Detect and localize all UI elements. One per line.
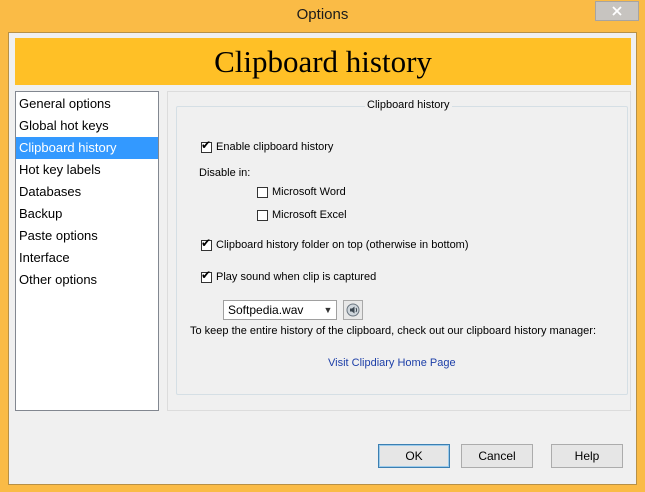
folder-on-top-label: Clipboard history folder on top (otherwi… (216, 239, 469, 251)
nav-item-backup[interactable]: Backup (16, 203, 158, 225)
nav-item-global-hot-keys[interactable]: Global hot keys (16, 115, 158, 137)
page-title: Clipboard history (214, 43, 432, 79)
window-title: Options (296, 6, 349, 23)
enable-history-option[interactable]: ✔ Enable clipboard history (201, 139, 333, 155)
checkmark-icon: ✔ (201, 137, 212, 152)
page-banner: Clipboard history (15, 38, 631, 85)
options-window: Options Clipboard history General option… (0, 0, 645, 492)
group-legend: Clipboard history (365, 99, 452, 111)
play-sound-option[interactable]: ✔ Play sound when clip is captured (201, 269, 376, 285)
info-text: To keep the entire history of the clipbo… (190, 325, 597, 337)
cancel-button[interactable]: Cancel (461, 444, 533, 468)
disable-excel-label: Microsoft Excel (272, 209, 347, 221)
nav-item-general-options[interactable]: General options (16, 93, 158, 115)
close-button[interactable] (595, 1, 639, 21)
play-sound-checkbox[interactable]: ✔ (201, 267, 212, 283)
dialog-client-area: Clipboard history General options Global… (8, 32, 637, 485)
nav-item-databases[interactable]: Databases (16, 181, 158, 203)
speaker-icon (346, 303, 360, 317)
play-sound-button[interactable] (343, 300, 363, 320)
title-bar[interactable]: Options (0, 0, 645, 32)
disable-word-checkbox[interactable] (257, 186, 268, 198)
checkmark-icon: ✔ (201, 235, 212, 250)
nav-item-paste-options[interactable]: Paste options (16, 225, 158, 247)
nav-item-clipboard-history[interactable]: Clipboard history (16, 137, 158, 159)
close-icon (612, 6, 622, 16)
disable-in-label: Disable in: (199, 167, 251, 179)
chevron-down-icon[interactable]: ▼ (320, 305, 336, 315)
ok-button[interactable]: OK (378, 444, 450, 468)
clipboard-history-group: Clipboard history ✔ Enable clipboard his… (176, 99, 628, 395)
play-sound-label: Play sound when clip is captured (216, 271, 377, 283)
folder-on-top-checkbox[interactable]: ✔ (201, 235, 212, 251)
nav-item-interface[interactable]: Interface (16, 247, 158, 269)
disable-word-option[interactable]: Microsoft Word (257, 184, 346, 200)
sound-file-value: Softpedia.wav (228, 303, 304, 317)
enable-history-checkbox[interactable]: ✔ (201, 137, 212, 153)
nav-item-hot-key-labels[interactable]: Hot key labels (16, 159, 158, 181)
nav-item-other-options[interactable]: Other options (16, 269, 158, 291)
checkmark-icon: ✔ (201, 267, 212, 282)
enable-history-label: Enable clipboard history (216, 141, 334, 153)
clipdiary-home-link[interactable]: Visit Clipdiary Home Page (328, 357, 456, 369)
disable-excel-option[interactable]: Microsoft Excel (257, 207, 347, 223)
help-button[interactable]: Help (551, 444, 623, 468)
disable-word-label: Microsoft Word (272, 186, 346, 198)
folder-on-top-option[interactable]: ✔ Clipboard history folder on top (other… (201, 237, 469, 253)
options-nav-list[interactable]: General options Global hot keys Clipboar… (15, 91, 159, 411)
sound-file-select[interactable]: Softpedia.wav ▼ (223, 300, 337, 320)
settings-panel: Clipboard history ✔ Enable clipboard his… (167, 91, 631, 411)
disable-excel-checkbox[interactable] (257, 209, 268, 221)
